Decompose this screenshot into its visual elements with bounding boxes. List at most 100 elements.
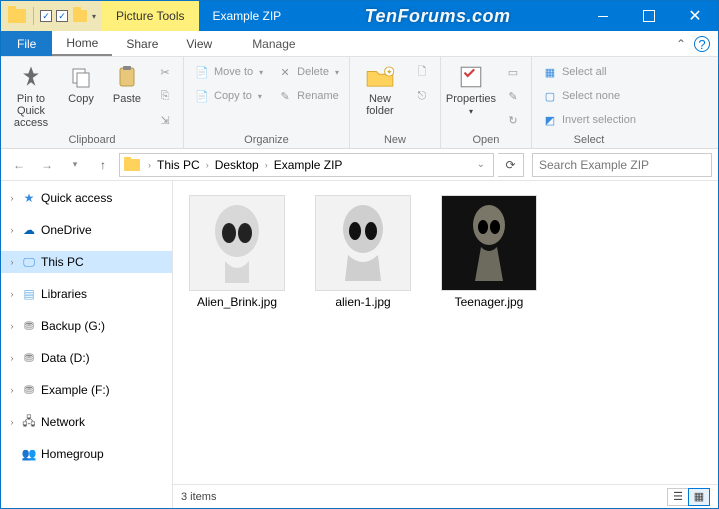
nav-backup-drive[interactable]: ›⛃Backup (G:) — [1, 315, 172, 337]
tab-share[interactable]: Share — [112, 31, 172, 56]
body-area: ›★Quick access ›☁OneDrive ›🖵This PC ›▤Li… — [1, 181, 718, 508]
paste-label: Paste — [113, 93, 141, 105]
drive-icon: ⛃ — [21, 318, 37, 334]
select-all-icon: ▦ — [542, 64, 558, 80]
rename-icon: ✎ — [277, 88, 293, 104]
details-view-button[interactable]: ☰ — [667, 488, 689, 506]
delete-label: Delete — [297, 66, 329, 78]
minimize-button[interactable] — [580, 1, 626, 31]
breadcrumb-item[interactable]: Example ZIP — [272, 158, 345, 172]
nav-network[interactable]: ›🖧Network — [1, 411, 172, 433]
icons-view-button[interactable]: ▦ — [688, 488, 710, 506]
clipboard-small-buttons: ✂ ⎘ ⇲ — [153, 61, 177, 131]
nav-libraries[interactable]: ›▤Libraries — [1, 283, 172, 305]
ribbon-group-select: ▦Select all ▢ Select none ◩Invert selecti… — [532, 57, 646, 148]
copy-button[interactable]: Copy — [61, 61, 101, 105]
copy-to-button: 📄Copy to▾ — [190, 85, 267, 107]
network-icon: 🖧 — [21, 414, 37, 430]
maximize-button[interactable] — [626, 1, 672, 31]
address-bar[interactable]: › This PC › Desktop › Example ZIP ⌄ — [119, 153, 494, 177]
thumbnail — [189, 195, 285, 291]
path-icon: ⎘ — [157, 88, 173, 104]
close-button[interactable]: ✕ — [672, 1, 718, 31]
copy-path-button: ⎘ — [153, 85, 177, 107]
move-icon: 📄 — [194, 64, 210, 80]
address-row: ← → ▾ ↑ › This PC › Desktop › Example ZI… — [1, 149, 718, 181]
file-name: Alien_Brink.jpg — [197, 295, 277, 309]
move-label: Move to — [214, 66, 253, 78]
select-all-button[interactable]: ▦Select all — [538, 61, 640, 83]
drive-icon: ⛃ — [21, 350, 37, 366]
qat-properties-checkbox[interactable]: ✓ — [40, 10, 52, 22]
file-item[interactable]: Teenager.jpg — [435, 195, 543, 309]
select-none-icon: ▢ — [542, 88, 558, 104]
invert-selection-button[interactable]: ◩Invert selection — [538, 109, 640, 131]
nav-label: Homegroup — [41, 447, 104, 461]
tab-view[interactable]: View — [172, 31, 226, 56]
qat-dropdown-icon[interactable]: ▾ — [92, 12, 96, 21]
breadcrumb-item[interactable]: This PC — [155, 158, 202, 172]
tab-manage[interactable]: Manage — [238, 31, 309, 56]
up-button[interactable]: ↑ — [91, 153, 115, 177]
help-icon[interactable]: ? — [694, 36, 710, 52]
new-folder-button[interactable]: ✦ New folder — [356, 61, 404, 117]
select-none-button[interactable]: ▢ Select none — [538, 85, 640, 107]
chevron-right-icon[interactable]: › — [204, 160, 211, 170]
items-view[interactable]: Alien_Brink.jpg alien-1.jpg Teenager.jpg — [173, 181, 718, 484]
address-dropdown-icon[interactable]: ⌄ — [473, 159, 489, 170]
ribbon-group-open: Properties ▾ ▭ ✎ ↻ Open — [441, 57, 532, 148]
title-spacer: TenForums.com — [295, 1, 580, 31]
forward-button: → — [35, 153, 59, 177]
watermark-text: TenForums.com — [365, 6, 511, 27]
file-item[interactable]: Alien_Brink.jpg — [183, 195, 291, 309]
select-none-label: Select none — [562, 90, 620, 102]
open-button: ▭ — [501, 61, 525, 83]
delete-button: ✕Delete▾ — [273, 61, 343, 83]
file-name: Teenager.jpg — [455, 295, 524, 309]
refresh-button[interactable]: ⟳ — [498, 153, 524, 177]
nav-example-drive[interactable]: ›⛃Example (F:) — [1, 379, 172, 401]
thumbnail — [441, 195, 537, 291]
shortcut-icon: ⇲ — [157, 112, 173, 128]
search-input[interactable]: Search Example ZIP — [532, 153, 712, 177]
properties-button[interactable]: Properties ▾ — [447, 61, 495, 118]
recent-locations-button[interactable]: ▾ — [63, 153, 87, 177]
nav-onedrive[interactable]: ›☁OneDrive — [1, 219, 172, 241]
edit-button: ✎ — [501, 85, 525, 107]
ribbon-group-new: ✦ New folder 🗋 ⎋ New — [350, 57, 441, 148]
breadcrumb-item[interactable]: Desktop — [213, 158, 261, 172]
chevron-right-icon[interactable]: › — [263, 160, 270, 170]
group-label: Clipboard — [7, 134, 177, 146]
back-button[interactable]: ← — [7, 153, 31, 177]
star-icon: ★ — [21, 190, 37, 206]
copyto-label: Copy to — [214, 90, 252, 102]
content-area: Alien_Brink.jpg alien-1.jpg Teenager.jpg… — [173, 181, 718, 508]
copy-label: Copy — [68, 93, 94, 105]
nav-quick-access[interactable]: ›★Quick access — [1, 187, 172, 209]
cloud-icon: ☁ — [21, 222, 37, 238]
nav-data-drive[interactable]: ›⛃Data (D:) — [1, 347, 172, 369]
chevron-right-icon[interactable]: › — [146, 160, 153, 170]
pin-icon — [15, 63, 47, 91]
new-folder-label: New folder — [366, 93, 394, 117]
tab-file[interactable]: File — [1, 31, 52, 56]
file-item[interactable]: alien-1.jpg — [309, 195, 417, 309]
nav-homegroup[interactable]: 👥Homegroup — [1, 443, 172, 465]
paste-button[interactable]: Paste — [107, 61, 147, 105]
collapse-ribbon-icon[interactable]: ⌃ — [668, 31, 694, 56]
window-controls: ✕ — [580, 1, 718, 31]
tab-home[interactable]: Home — [52, 31, 112, 56]
navigation-pane[interactable]: ›★Quick access ›☁OneDrive ›🖵This PC ›▤Li… — [1, 181, 173, 508]
rename-label: Rename — [297, 90, 339, 102]
thumbnail — [315, 195, 411, 291]
folder-icon — [124, 159, 140, 171]
explorer-window: ✓ ✓ ▾ Picture Tools Example ZIP TenForum… — [0, 0, 719, 509]
nav-this-pc[interactable]: ›🖵This PC — [1, 251, 172, 273]
history-icon: ↻ — [505, 112, 521, 128]
folder-icon[interactable] — [73, 10, 87, 22]
qat-newfolder-checkbox[interactable]: ✓ — [56, 10, 68, 22]
folder-icon[interactable] — [8, 9, 26, 23]
pin-to-quick-access-button[interactable]: Pin to Quick access — [7, 61, 55, 129]
rename-button: ✎ Rename — [273, 85, 343, 107]
group-label: Organize — [190, 134, 343, 146]
